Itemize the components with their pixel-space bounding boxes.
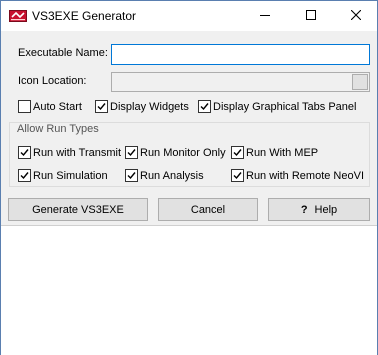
icon-location-label: Icon Location: — [18, 75, 87, 87]
run-with-transmit-checkbox[interactable]: Run with Transmit — [18, 146, 121, 159]
checkbox-box — [198, 100, 211, 113]
checkbox-label: Run with Remote NeoVI — [246, 169, 364, 182]
maximize-icon — [306, 9, 316, 23]
checkbox-label: Display Graphical Tabs Panel — [213, 100, 357, 113]
checkbox-label: Run With MEP — [246, 146, 319, 159]
help-button-label: Help — [314, 203, 338, 216]
run-with-mep-checkbox[interactable]: Run With MEP — [231, 146, 318, 159]
window-title: VS3EXE Generator — [32, 9, 137, 23]
checkbox-box — [231, 169, 244, 182]
checkmark-icon — [200, 103, 209, 111]
icon-location-input[interactable] — [111, 72, 370, 92]
checkmark-icon — [20, 172, 29, 180]
checkbox-label: Run Monitor Only — [140, 146, 226, 159]
checkbox-box — [231, 146, 244, 159]
checkbox-label: Run Analysis — [140, 169, 204, 182]
minimize-icon — [260, 10, 270, 23]
help-icon: ? — [300, 203, 308, 216]
allow-run-types-title: Allow Run Types — [17, 123, 99, 135]
checkbox-label: Auto Start — [33, 100, 82, 113]
dialog-client-area: Executable Name: Icon Location: Auto Sta… — [1, 31, 377, 225]
cancel-button[interactable]: Cancel — [158, 198, 258, 221]
app-icon — [9, 9, 27, 23]
checkbox-box — [18, 100, 31, 113]
checkbox-box — [125, 146, 138, 159]
checkbox-label: Display Widgets — [110, 100, 189, 113]
run-with-remote-neovi-checkbox[interactable]: Run with Remote NeoVI — [231, 169, 364, 182]
help-button[interactable]: ? Help — [268, 198, 370, 221]
executable-name-input[interactable] — [111, 44, 370, 65]
checkmark-icon — [233, 149, 242, 157]
close-icon — [350, 9, 361, 23]
cancel-button-label: Cancel — [190, 203, 226, 216]
generate-vs3exe-button[interactable]: Generate VS3EXE — [8, 198, 148, 221]
run-monitor-only-checkbox[interactable]: Run Monitor Only — [125, 146, 226, 159]
run-analysis-checkbox[interactable]: Run Analysis — [125, 169, 204, 182]
generate-button-label: Generate VS3EXE — [32, 203, 124, 216]
auto-start-checkbox[interactable]: Auto Start — [18, 100, 82, 113]
display-graphical-tabs-panel-checkbox[interactable]: Display Graphical Tabs Panel — [198, 100, 356, 113]
empty-content-area — [1, 225, 377, 355]
maximize-button[interactable] — [288, 1, 334, 31]
minimize-button[interactable] — [242, 1, 288, 31]
run-simulation-checkbox[interactable]: Run Simulation — [18, 169, 108, 182]
vs3exe-generator-window: VS3EXE Generator Executable Name: Icon L… — [0, 0, 378, 355]
checkbox-label: Run with Transmit — [33, 146, 122, 159]
checkbox-box — [18, 146, 31, 159]
checkbox-box — [95, 100, 108, 113]
checkmark-icon — [97, 103, 106, 111]
display-widgets-checkbox[interactable]: Display Widgets — [95, 100, 189, 113]
close-button[interactable] — [334, 1, 377, 31]
checkbox-label: Run Simulation — [33, 169, 108, 182]
checkbox-box — [125, 169, 138, 182]
checkmark-icon — [20, 149, 29, 157]
browse-icon-button[interactable] — [352, 74, 368, 90]
checkbox-box — [18, 169, 31, 182]
title-bar[interactable]: VS3EXE Generator — [1, 1, 377, 31]
checkmark-icon — [127, 149, 136, 157]
checkmark-icon — [127, 172, 136, 180]
executable-name-label: Executable Name: — [18, 47, 108, 59]
checkmark-icon — [233, 172, 242, 180]
